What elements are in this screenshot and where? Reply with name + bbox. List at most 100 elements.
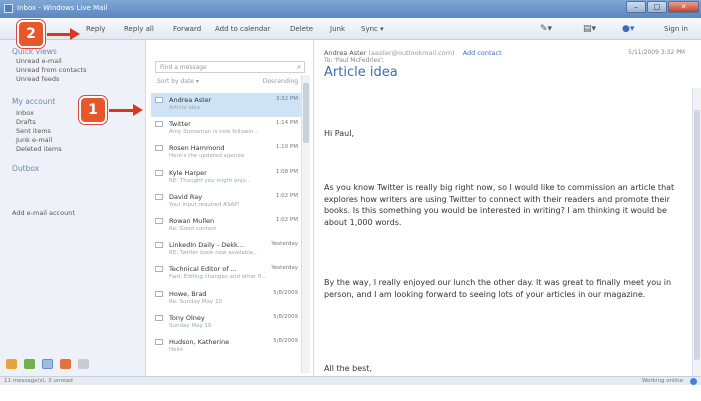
message-sender: Tony Olney	[169, 313, 205, 322]
status-bar: 11 message(s), 3 unread Working online	[0, 376, 701, 385]
mail-window: Inbox - Windows Live Mail – □ ✕ Reply Re…	[0, 0, 701, 385]
close-button[interactable]: ✕	[668, 1, 699, 13]
message-preview: Sunday May 10	[169, 322, 212, 329]
message-sender: Kyle Harper	[169, 168, 207, 177]
sidebar-item-unread-email[interactable]: Unread e-mail	[16, 57, 62, 65]
message-preview: Here's the updated agenda	[169, 153, 245, 160]
maximize-button[interactable]: □	[647, 1, 667, 13]
message-sender: Rosen Hammond	[169, 144, 225, 153]
sidebar-item-deleted[interactable]: Deleted items	[16, 145, 62, 153]
sort-order-toggle[interactable]: Descending ⇩	[263, 78, 305, 85]
message-sender: Andrea Aster	[169, 96, 212, 104]
app-icon	[4, 4, 13, 13]
message-time: 1:02 PM	[275, 217, 298, 223]
step-2-arrow	[47, 33, 72, 36]
newsgroups-icon[interactable]	[78, 359, 89, 369]
message-date: 5/11/2009 3:32 PM	[628, 49, 685, 56]
step-1-arrow	[109, 109, 135, 112]
message-row[interactable]: Kyle Harper 1:08 PM RE: Thought you might …	[151, 166, 304, 190]
envelope-icon	[155, 97, 163, 103]
reply-button[interactable]: Reply	[86, 25, 105, 33]
module-switcher	[6, 359, 140, 373]
message-preview: RE: Twitter book now available...	[169, 250, 259, 257]
reading-pane-scrollbar[interactable]	[692, 88, 701, 376]
message-time: Yesterday	[271, 265, 298, 272]
message-row[interactable]: Howe, Brad 5/8/2009 Re: Sunday May 10	[151, 287, 304, 311]
envelope-icon	[155, 314, 163, 321]
search-input[interactable]: Find a message	[160, 64, 207, 71]
calendar-icon[interactable]	[24, 359, 35, 369]
contacts-icon[interactable]	[42, 359, 53, 369]
pen-icon[interactable]: ✎▾	[540, 24, 552, 34]
outbox-heading[interactable]: Outbox	[12, 164, 39, 173]
from-name[interactable]: Andrea Aster	[324, 49, 366, 57]
envelope-icon	[155, 169, 163, 176]
gear-icon[interactable]: ●▾	[622, 24, 634, 34]
message-list-scrollbar[interactable]	[301, 75, 310, 373]
message-sender: Hudson, Katherine	[169, 338, 230, 346]
envelope-icon	[155, 339, 163, 345]
message-time: 1:14 PM	[275, 120, 298, 127]
online-icon	[690, 378, 697, 385]
scrollbar-thumb[interactable]	[303, 83, 309, 143]
step-2-callout: 2	[17, 20, 45, 48]
message-row[interactable]: Andrea Aster 3:32 PM Article idea	[151, 93, 304, 117]
junk-button[interactable]: Junk	[330, 25, 345, 33]
message-preview: Article idea	[169, 105, 201, 111]
sort-row: Sort by date ▾ Descending ⇩	[157, 78, 305, 86]
mail-icon[interactable]	[6, 359, 17, 369]
message-row[interactable]: Rowan Mullen 1:02 PM Re: Good contest	[151, 214, 304, 238]
add-contact-link[interactable]: Add contact	[463, 49, 502, 57]
message-sender: Technical Editor of ...	[169, 265, 237, 274]
sidebar-item-junk[interactable]: Junk e-mail	[16, 136, 52, 144]
message-preview: Your input required ASAP!	[169, 201, 240, 208]
envelope-icon	[155, 121, 163, 128]
connection-status: Working online	[642, 378, 683, 384]
sidebar-item-drafts[interactable]: Drafts	[16, 118, 36, 126]
message-sender: Rowan Mullen	[169, 217, 215, 225]
message-preview: Amy Stoneman is now followin...	[169, 129, 259, 136]
add-to-calendar-button[interactable]: Add to calendar	[215, 25, 270, 33]
message-time: 3:32 PM	[275, 96, 298, 102]
sync-button[interactable]: Sync ▾	[361, 25, 384, 33]
window-title: Inbox - Windows Live Mail	[17, 4, 108, 12]
message-row[interactable]: Twitter 1:14 PM Amy Stoneman is now follow…	[151, 117, 304, 141]
toolbar: Reply Reply all Forward Add to calendar …	[0, 18, 701, 40]
message-list: Find a message ⌕ Sort by date ▾ Descendi…	[147, 40, 314, 376]
search-box[interactable]: Find a message ⌕	[155, 61, 305, 73]
search-icon[interactable]: ⌕	[297, 63, 301, 72]
message-time: 1:02 PM	[275, 192, 298, 199]
message-row[interactable]: Tony Olney 5/8/2009 Sunday May 10	[151, 311, 304, 335]
sidebar-item-sent[interactable]: Sent items	[16, 127, 51, 135]
quick-views-heading[interactable]: Quick views	[12, 47, 57, 56]
message-row[interactable]: Hudson, Katherine 5/8/2009 Hello	[151, 335, 304, 359]
sign-in-link[interactable]: Sign in	[664, 25, 688, 33]
sort-by-dropdown[interactable]: Sort by date ▾	[157, 78, 199, 85]
message-row[interactable]: Technical Editor of ... Yesterday Fwd: Edi…	[151, 262, 304, 286]
message-time: 5/8/2009	[273, 338, 298, 344]
from-address: (aaster@outlookmail.com)	[368, 49, 455, 57]
message-from: Andrea Aster (aaster@outlookmail.com) Ad…	[324, 49, 502, 57]
message-row[interactable]: LinkedIn Daily - Dekk... Yesterday RE: Twi…	[151, 238, 304, 262]
message-row[interactable]: Rosen Hammond 1:10 PM Here's the updated a…	[151, 141, 304, 165]
delete-button[interactable]: Delete	[290, 25, 313, 33]
add-account-link[interactable]: Add e-mail account	[12, 209, 75, 217]
sidebar-item-unread-contacts[interactable]: Unread from contacts	[16, 66, 86, 74]
reply-all-button[interactable]: Reply all	[124, 25, 154, 33]
step-2-arrowhead	[70, 28, 80, 40]
envelope-icon	[155, 290, 163, 297]
message-time: 1:08 PM	[275, 168, 298, 175]
feeds-icon[interactable]	[60, 359, 71, 369]
message-row[interactable]: David Ray 1:02 PM Your input required ASAP…	[151, 190, 304, 214]
sidebar-item-inbox[interactable]: Inbox	[16, 109, 34, 117]
views-icon[interactable]: ▤▾	[583, 24, 596, 34]
reading-scrollbar-thumb[interactable]	[694, 110, 700, 360]
message-time: 5/8/2009	[273, 289, 298, 296]
message-preview: RE: Thought you might enjo...	[169, 177, 252, 184]
sidebar-item-unread-feeds[interactable]: Unread feeds	[16, 75, 59, 83]
message-greeting: Hi Paul,	[324, 129, 354, 138]
minimize-button[interactable]: –	[626, 1, 646, 13]
account-heading[interactable]: My account	[12, 97, 55, 106]
message-preview: Fwd: Editing changes and other fl...	[169, 274, 267, 281]
forward-button[interactable]: Forward	[173, 25, 201, 33]
